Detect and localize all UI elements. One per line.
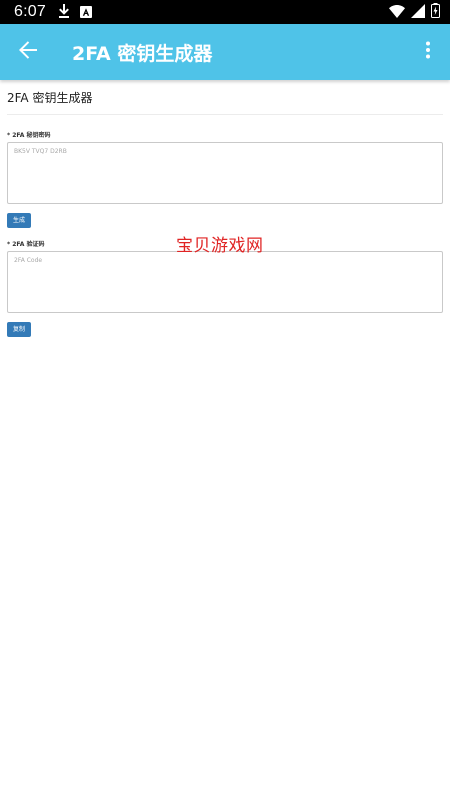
code-output-field[interactable] — [7, 251, 443, 313]
back-button[interactable] — [0, 24, 56, 80]
overflow-menu-button[interactable] — [406, 24, 450, 80]
app-title: 2FA 密钥生成器 — [72, 42, 213, 65]
app-a-icon — [79, 3, 92, 22]
copy-button[interactable]: 复制 — [7, 322, 32, 337]
system-icons — [389, 2, 440, 22]
watermark-text: 宝贝游戏网 — [176, 236, 264, 256]
download-icon — [58, 3, 70, 22]
arrow-back-icon — [19, 41, 37, 63]
status-bar: 6:07 — [0, 0, 450, 24]
secret-key-input[interactable] — [7, 142, 443, 204]
page-title: 2FA 密钥生成器 — [7, 80, 443, 115]
battery-icon — [431, 2, 440, 22]
notification-icons — [58, 3, 92, 22]
wifi-icon — [389, 3, 405, 22]
status-time: 6:07 — [14, 3, 46, 20]
secret-field-label: * 2FA 秘钥密码 — [7, 132, 51, 139]
generate-button[interactable]: 生成 — [7, 213, 32, 228]
signal-icon — [411, 3, 425, 22]
main-content: 2FA 密钥生成器 * 2FA 秘钥密码 生成 * 2FA 验证码 复制 — [0, 80, 450, 337]
more-vert-icon — [425, 41, 431, 63]
app-bar: 2FA 密钥生成器 — [0, 24, 450, 80]
